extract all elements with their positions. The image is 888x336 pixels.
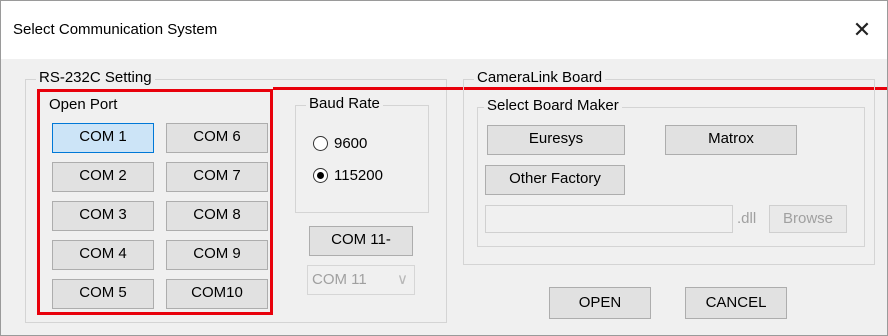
com11-dropdown-value: COM 11 [312, 271, 367, 288]
browse-button[interactable]: Browse [769, 205, 847, 233]
cancel-button[interactable]: CANCEL [685, 287, 787, 319]
baud-rate-group: Baud Rate [295, 95, 429, 213]
other-factory-button[interactable]: Other Factory [485, 165, 625, 195]
cameralink-legend: CameraLink Board [474, 69, 606, 86]
dll-suffix: .dll [737, 210, 757, 227]
window-title: Select Communication System [13, 21, 218, 38]
baud-option-label: 9600 [334, 135, 368, 152]
open-port-highlight [37, 89, 273, 315]
com11-dropdown[interactable]: COM 11 ∨ [307, 265, 415, 295]
euresys-button[interactable]: Euresys [487, 125, 625, 155]
dll-path-field[interactable] [485, 205, 733, 233]
radio-checked-icon [313, 168, 328, 183]
matrox-button[interactable]: Matrox [665, 125, 797, 155]
baud-radio-115200[interactable]: 115200 [313, 167, 383, 184]
chevron-down-icon: ∨ [397, 271, 408, 288]
baud-radio-9600[interactable]: 9600 [313, 135, 367, 152]
dialog-window: Select Communication System ✕ RS-232C Se… [0, 0, 888, 336]
com11-button[interactable]: COM 11- [309, 226, 413, 256]
baud-rate-legend: Baud Rate [306, 95, 383, 112]
board-maker-legend: Select Board Maker [484, 97, 622, 114]
radio-unchecked-icon [313, 136, 328, 151]
close-icon[interactable]: ✕ [847, 15, 877, 45]
title-bar: Select Communication System ✕ [1, 1, 887, 59]
baud-option-label: 115200 [334, 167, 383, 184]
open-button[interactable]: OPEN [549, 287, 651, 319]
rs232-legend: RS-232C Setting [36, 69, 155, 86]
